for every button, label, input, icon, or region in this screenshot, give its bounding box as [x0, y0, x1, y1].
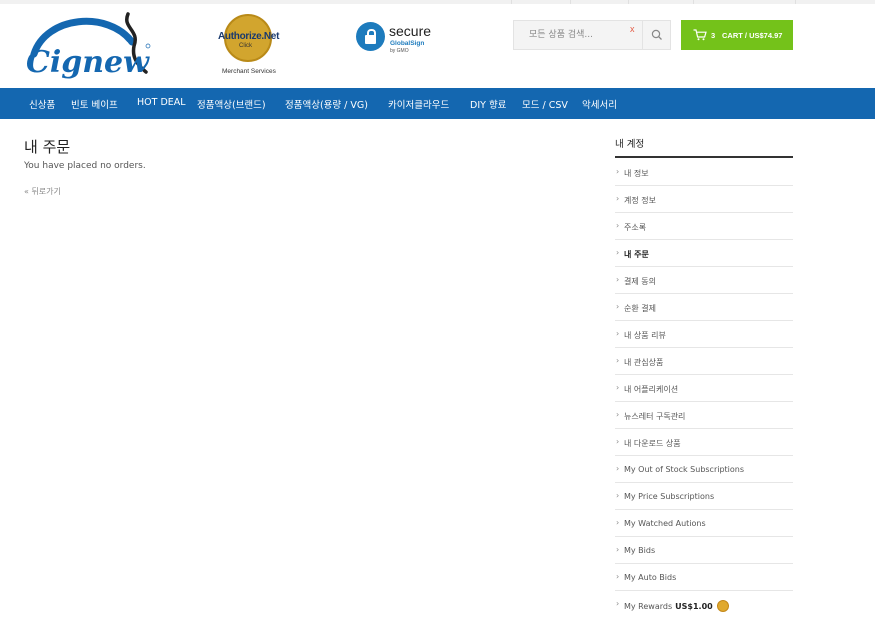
chevron-right-icon: ›: [616, 437, 620, 446]
search-icon: [651, 29, 662, 40]
sidebar-item-label[interactable]: 내 어플리케이션: [624, 384, 678, 395]
search-button[interactable]: [642, 21, 671, 49]
sidebar-item-downloads[interactable]: › 내 다운로드 상품: [615, 429, 793, 456]
sidebar-item-label[interactable]: 내 주문: [624, 249, 649, 260]
sidebar-item-rewards-wrap: My Rewards US$1.00: [624, 600, 729, 612]
sidebar-item-my-info[interactable]: › 내 정보: [615, 159, 793, 186]
page-title: 내 주문: [24, 138, 71, 156]
sidebar-item-wishlist[interactable]: › 내 관심상품: [615, 348, 793, 375]
sidebar-item-label[interactable]: 주소록: [624, 222, 646, 233]
sidebar-item-label[interactable]: My Price Subscriptions: [624, 492, 714, 501]
authorize-net-seal-icon: Authorize.Net Click: [218, 14, 279, 62]
authorize-net-text: Authorize.Net: [218, 31, 280, 42]
nav-item-vintovape[interactable]: 빈토 베이프: [71, 97, 118, 111]
sidebar-item-recurring-payments[interactable]: › 순환 결제: [615, 294, 793, 321]
empty-orders-message: You have placed no orders.: [24, 161, 146, 171]
chevron-right-icon: ›: [616, 221, 620, 230]
chevron-right-icon: ›: [616, 599, 620, 608]
nav-item-diy[interactable]: DIY 향료: [470, 97, 506, 111]
sidebar-item-rewards[interactable]: › My Rewards US$1.00: [615, 591, 793, 617]
nav-item-mod-csv[interactable]: 모드 / CSV: [522, 97, 568, 111]
chevron-right-icon: ›: [616, 545, 620, 554]
sidebar-item-label[interactable]: 내 정보: [624, 168, 649, 179]
sidebar-item-label[interactable]: My Watched Autions: [624, 519, 706, 528]
sidebar-item-label[interactable]: My Auto Bids: [624, 573, 676, 582]
cart-count: 3: [711, 31, 716, 40]
chevron-right-icon: ›: [616, 464, 620, 473]
reward-coin-icon: [716, 600, 729, 612]
sidebar-item-address-book[interactable]: › 주소록: [615, 213, 793, 240]
search-input[interactable]: [514, 21, 636, 49]
sidebar-item-label[interactable]: My Rewards: [624, 602, 672, 611]
merchant-services-text: Merchant Services: [222, 68, 276, 75]
sidebar-item-label[interactable]: 뉴스레터 구독관리: [624, 411, 685, 422]
back-link[interactable]: « 뒤로가기: [24, 186, 61, 197]
clear-search-icon[interactable]: x: [630, 24, 635, 34]
nav-item-kaiser-cloud[interactable]: 카이저클라우드: [388, 97, 449, 111]
chevron-right-icon: ›: [616, 356, 620, 365]
authorize-net-badge[interactable]: Authorize.Net Click Merchant Services: [218, 14, 284, 76]
ssl-globalsign-text: GlobalSign: [390, 40, 425, 47]
rewards-amount: US$1.00: [675, 602, 713, 611]
chevron-right-icon: ›: [616, 518, 620, 527]
chevron-right-icon: ›: [616, 383, 620, 392]
chevron-right-icon: ›: [616, 194, 620, 203]
sidebar-item-label[interactable]: My Out of Stock Subscriptions: [624, 465, 744, 474]
ssl-secure-text: secure: [389, 23, 432, 39]
ssl-lock-icon: [356, 22, 385, 51]
logo-wordmark: Cignew: [26, 45, 150, 80]
sidebar-item-my-orders[interactable]: › 내 주문: [615, 240, 793, 267]
sidebar-item-label[interactable]: My Bids: [624, 546, 655, 555]
nav-item-liquid-brand[interactable]: 정품액상(브랜드): [197, 97, 266, 111]
sidebar-item-label[interactable]: 내 상품 리뷰: [624, 330, 666, 341]
cignew-logo[interactable]: Cignew: [24, 12, 152, 82]
sidebar-title: 내 계정: [615, 139, 645, 150]
chevron-right-icon: ›: [616, 275, 620, 284]
sidebar-item-account-info[interactable]: › 계정 정보: [615, 186, 793, 213]
cart-total: CART / US$74.97: [722, 31, 783, 40]
sidebar-item-out-of-stock-subscriptions[interactable]: › My Out of Stock Subscriptions: [615, 456, 793, 483]
sidebar-item-newsletter[interactable]: › 뉴스레터 구독관리: [615, 402, 793, 429]
search-box: x: [513, 20, 671, 50]
nav-item-liquid-volume[interactable]: 정품액상(용량 / VG): [285, 97, 368, 111]
chevron-right-icon: ›: [616, 167, 620, 176]
sidebar-item-auto-bids[interactable]: › My Auto Bids: [615, 564, 793, 591]
chevron-right-icon: ›: [616, 329, 620, 338]
sidebar-item-product-reviews[interactable]: › 내 상품 리뷰: [615, 321, 793, 348]
sidebar-item-label[interactable]: 순환 결제: [624, 303, 656, 314]
sidebar-item-price-subscriptions[interactable]: › My Price Subscriptions: [615, 483, 793, 510]
cart-button[interactable]: 3 CART / US$74.97: [681, 20, 793, 50]
nav-item-hot-deal[interactable]: HOT DEAL: [137, 97, 186, 108]
chevron-right-icon: ›: [616, 248, 620, 257]
cart-icon: [693, 29, 707, 41]
account-menu: › 내 정보 › 계정 정보 › 주소록 › 내 주문 › 결제 동의 › 순환 결제 › 내…: [615, 159, 793, 617]
authorize-click-text: Click: [239, 43, 252, 49]
chevron-right-icon: ›: [616, 302, 620, 311]
chevron-right-icon: ›: [616, 410, 620, 419]
nav-item-new[interactable]: 신상품: [29, 97, 55, 111]
sidebar-item-applications[interactable]: › 내 어플리케이션: [615, 375, 793, 402]
sidebar-item-label[interactable]: 결제 동의: [624, 276, 656, 287]
sidebar-item-watched-auctions[interactable]: › My Watched Autions: [615, 510, 793, 537]
sidebar-item-my-bids[interactable]: › My Bids: [615, 537, 793, 564]
sidebar-item-label[interactable]: 계정 정보: [624, 195, 656, 206]
sidebar-item-billing-agreements[interactable]: › 결제 동의: [615, 267, 793, 294]
sidebar-divider: [615, 156, 793, 158]
site-header: Cignew Authorize.Net Click Merchant Serv…: [0, 4, 875, 88]
ssl-secure-badge[interactable]: secure GlobalSign by GMO: [356, 20, 436, 56]
nav-item-accessories[interactable]: 악세서리: [582, 97, 617, 111]
chevron-right-icon: ›: [616, 491, 620, 500]
ssl-gmo-text: by GMO: [390, 48, 409, 54]
sidebar-item-label[interactable]: 내 관심상품: [624, 357, 663, 368]
chevron-right-icon: ›: [616, 572, 620, 581]
sidebar-item-label[interactable]: 내 다운로드 상품: [624, 438, 681, 449]
main-nav: 신상품 빈토 베이프 HOT DEAL 정품액상(브랜드) 정품액상(용량 / …: [0, 88, 875, 119]
